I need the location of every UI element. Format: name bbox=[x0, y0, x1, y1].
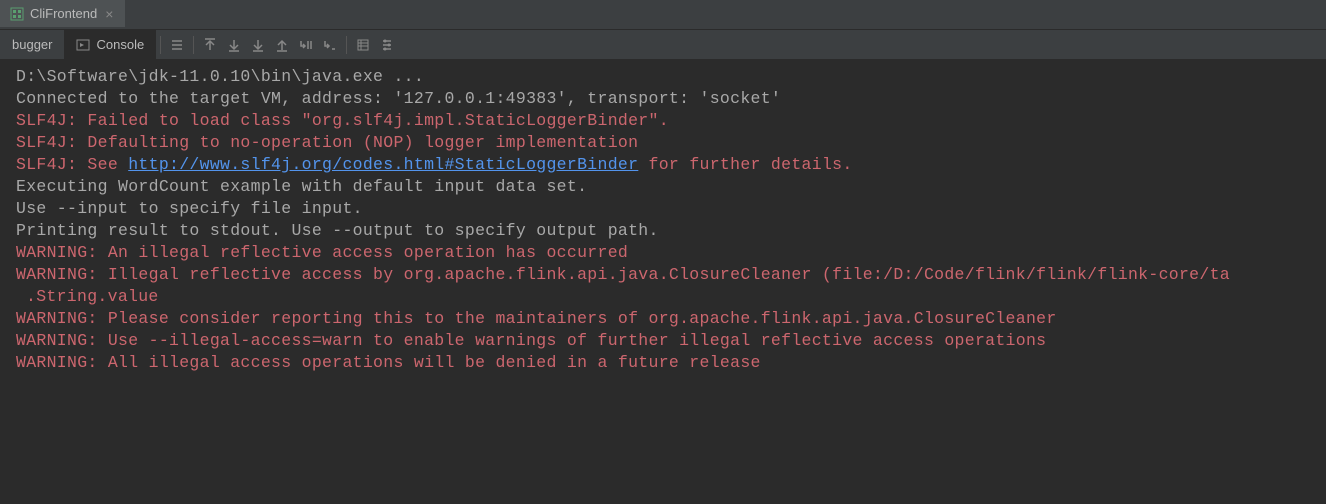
play-icon bbox=[76, 38, 90, 52]
console-line: Use --input to specify file input. bbox=[16, 198, 1326, 220]
debugger-tab[interactable]: bugger bbox=[0, 30, 64, 59]
separator bbox=[346, 36, 347, 54]
console-line: WARNING: Illegal reflective access by or… bbox=[16, 264, 1326, 286]
console-line: WARNING: All illegal access operations w… bbox=[16, 352, 1326, 374]
up-arrow-2-icon[interactable] bbox=[270, 33, 294, 57]
console-line: SLF4J: Failed to load class "org.slf4j.i… bbox=[16, 110, 1326, 132]
console-line: D:\Software\jdk-11.0.10\bin\java.exe ... bbox=[16, 66, 1326, 88]
debugger-tab-label: bugger bbox=[12, 37, 52, 52]
file-tab-bar: CliFrontend × bbox=[0, 0, 1326, 30]
console-line: Executing WordCount example with default… bbox=[16, 176, 1326, 198]
list-icon[interactable] bbox=[165, 33, 189, 57]
console-line: WARNING: Use --illegal-access=warn to en… bbox=[16, 330, 1326, 352]
class-icon bbox=[10, 7, 24, 21]
down-arrow-2-icon[interactable] bbox=[246, 33, 270, 57]
up-arrow-icon[interactable] bbox=[198, 33, 222, 57]
console-line: WARNING: An illegal reflective access op… bbox=[16, 242, 1326, 264]
console-output[interactable]: D:\Software\jdk-11.0.10\bin\java.exe ...… bbox=[0, 60, 1326, 504]
grid-icon[interactable] bbox=[351, 33, 375, 57]
console-line: Connected to the target VM, address: '12… bbox=[16, 88, 1326, 110]
console-line: WARNING: Please consider reporting this … bbox=[16, 308, 1326, 330]
file-tab[interactable]: CliFrontend × bbox=[0, 0, 125, 29]
console-line: Printing result to stdout. Use --output … bbox=[16, 220, 1326, 242]
separator bbox=[160, 36, 161, 54]
file-tab-title: CliFrontend bbox=[30, 6, 97, 21]
step-over-icon[interactable] bbox=[294, 33, 318, 57]
separator bbox=[193, 36, 194, 54]
down-arrow-icon[interactable] bbox=[222, 33, 246, 57]
console-line: SLF4J: See http://www.slf4j.org/codes.ht… bbox=[16, 154, 1326, 176]
console-link[interactable]: http://www.slf4j.org/codes.html#StaticLo… bbox=[128, 155, 638, 174]
console-tab[interactable]: Console bbox=[64, 30, 156, 59]
settings-icon[interactable] bbox=[375, 33, 399, 57]
close-icon[interactable]: × bbox=[103, 6, 115, 22]
debug-toolbar: bugger Console bbox=[0, 30, 1326, 60]
console-tab-label: Console bbox=[96, 37, 144, 52]
step-into-icon[interactable] bbox=[318, 33, 342, 57]
console-line: .String.value bbox=[16, 286, 1326, 308]
console-line: SLF4J: Defaulting to no-operation (NOP) … bbox=[16, 132, 1326, 154]
